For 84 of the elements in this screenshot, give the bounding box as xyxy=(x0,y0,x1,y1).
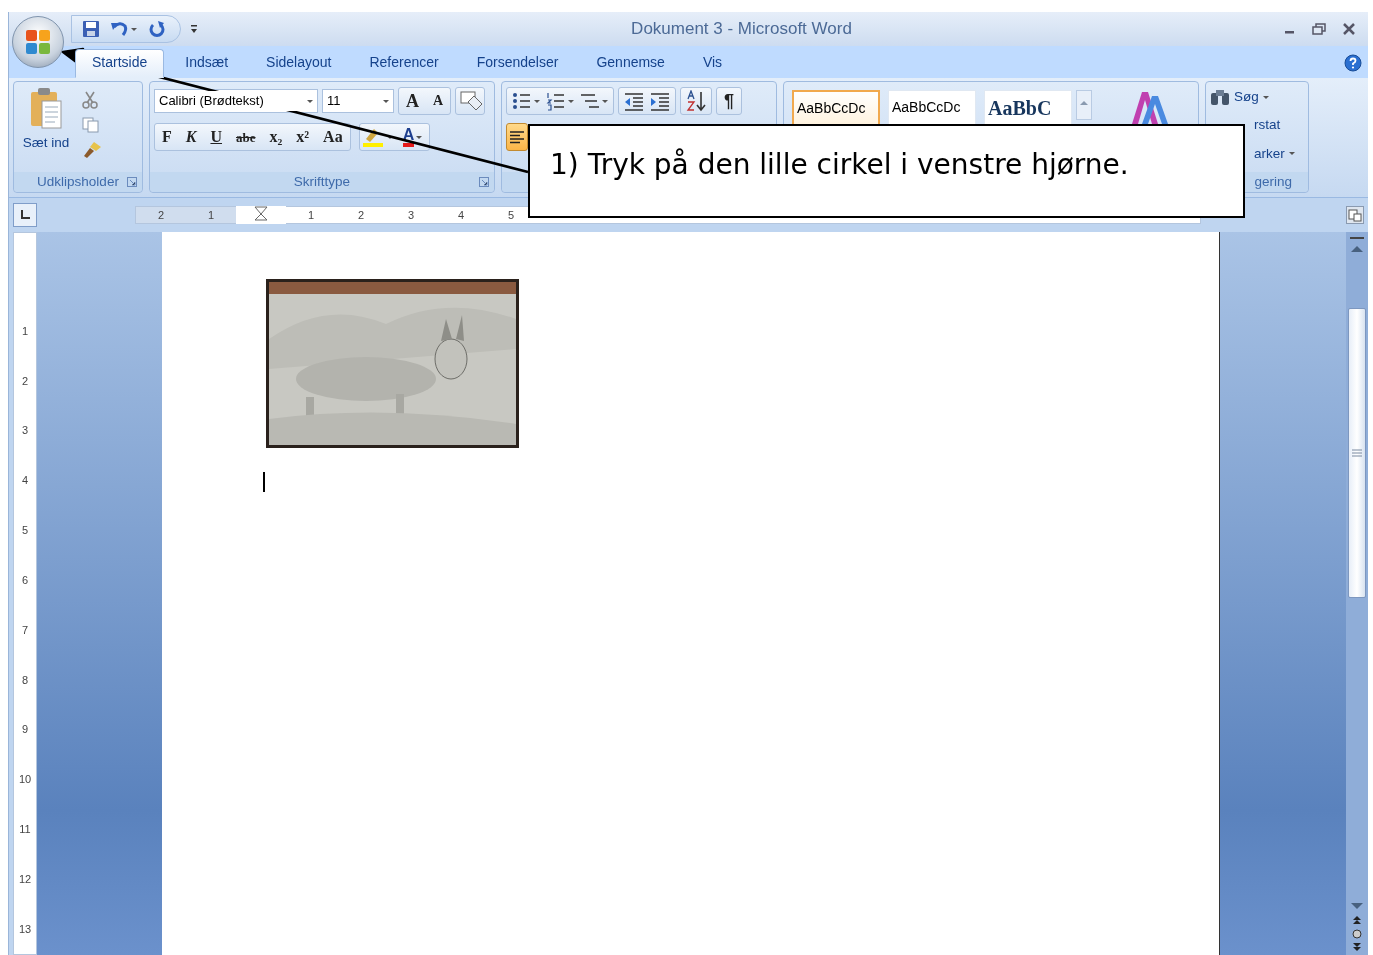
ruler-number: 3 xyxy=(21,423,29,439)
close-icon[interactable] xyxy=(1342,22,1356,36)
decrease-indent-icon[interactable] xyxy=(623,91,645,111)
tab-selector-button[interactable] xyxy=(13,203,37,227)
undo-icon[interactable] xyxy=(110,20,138,38)
italic-button[interactable]: K xyxy=(178,129,204,145)
ruler-number: 1 xyxy=(207,208,215,221)
ribbon-tab[interactable]: Forsendelser xyxy=(459,49,576,78)
ruler-number: 1 xyxy=(307,208,315,221)
shrink-font-button[interactable]: A xyxy=(426,94,451,108)
grow-font-button[interactable]: A xyxy=(399,92,426,110)
ruler-number: 4 xyxy=(21,473,29,489)
paste-button[interactable]: Sæt ind xyxy=(18,87,74,167)
left-tab-icon xyxy=(20,210,30,220)
ruler-number: 13 xyxy=(18,921,32,937)
ruler-number: 4 xyxy=(457,208,465,221)
ruler-number: 7 xyxy=(21,622,29,638)
ruler-number: 2 xyxy=(21,373,29,389)
ruler-number: 9 xyxy=(21,722,29,738)
restore-icon[interactable] xyxy=(1312,23,1326,35)
group-label: gering xyxy=(1254,172,1292,191)
underline-button[interactable]: U xyxy=(203,129,229,145)
cut-icon[interactable] xyxy=(82,91,98,109)
ribbon-tab[interactable]: Sidelayout xyxy=(249,49,349,78)
ribbon-tab[interactable]: Referencer xyxy=(352,49,456,78)
dialog-launcher-icon[interactable] xyxy=(479,177,489,187)
bold-button[interactable]: F xyxy=(155,129,179,145)
align-left-button[interactable] xyxy=(506,123,528,151)
ruler-number: 5 xyxy=(507,208,515,221)
group-label: Skrifttype xyxy=(293,172,351,191)
ribbon-tab[interactable]: Vis xyxy=(685,49,740,78)
dialog-launcher-icon[interactable] xyxy=(127,177,137,187)
strikethrough-button[interactable]: abe xyxy=(229,130,263,144)
scroll-thumb[interactable] xyxy=(1348,308,1366,598)
change-styles-icon[interactable] xyxy=(1130,90,1170,126)
numbered-list-icon[interactable] xyxy=(545,91,575,111)
ribbon-tab[interactable]: Indsæt xyxy=(168,49,246,78)
office-logo-icon xyxy=(24,28,52,56)
window-title: Dokument 3 - Microsoft Word xyxy=(630,18,853,41)
change-case-button[interactable]: Aa xyxy=(316,129,350,145)
font-size-field[interactable]: 11 xyxy=(322,89,394,113)
style-preview[interactable]: AaBbCcDc xyxy=(792,90,880,126)
grip-icon xyxy=(1352,449,1362,457)
ribbon-tab[interactable]: Gennemse xyxy=(579,49,682,78)
brush-icon[interactable] xyxy=(82,141,102,159)
superscript-button[interactable]: x² xyxy=(289,129,317,145)
view-ruler-icon[interactable] xyxy=(1346,206,1364,224)
binoculars-icon xyxy=(1210,88,1230,107)
ruler-number: 2 xyxy=(157,208,165,221)
customize-toolbar-icon[interactable] xyxy=(189,23,199,35)
multilevel-list-icon[interactable] xyxy=(579,91,609,111)
ruler-number: 2 xyxy=(357,208,365,221)
next-page-icon[interactable] xyxy=(1352,943,1362,951)
help-icon[interactable] xyxy=(1344,54,1362,72)
sort-icon[interactable] xyxy=(685,90,707,112)
ruler-number: 6 xyxy=(21,572,29,588)
ruler-number: 10 xyxy=(18,772,32,788)
previous-page-icon[interactable] xyxy=(1352,915,1362,925)
scroll-up-icon[interactable] xyxy=(1350,244,1364,254)
subscript-button[interactable]: x₂ xyxy=(262,129,290,145)
ruler-number: 5 xyxy=(21,523,29,539)
font-name-field[interactable]: Calibri (Brødtekst) xyxy=(154,89,318,113)
style-preview[interactable]: AaBbCcDc xyxy=(888,90,976,126)
text-cursor xyxy=(263,472,265,492)
ruler-number: 1 xyxy=(21,323,29,339)
ribbon-tab[interactable]: Startside xyxy=(75,49,165,78)
group-label: Udklipsholder xyxy=(37,172,119,191)
editing-button[interactable]: rstat xyxy=(1254,115,1281,136)
redo-icon[interactable] xyxy=(148,20,166,38)
split-bar-icon[interactable] xyxy=(1350,236,1364,240)
editing-button[interactable]: arker xyxy=(1254,143,1295,164)
ruler-number: 3 xyxy=(407,208,415,221)
ruler-number: 12 xyxy=(18,871,32,887)
ruler-number: 11 xyxy=(19,822,31,838)
clipboard-icon xyxy=(29,87,63,131)
increase-indent-icon[interactable] xyxy=(649,91,671,111)
browse-object-icon[interactable] xyxy=(1352,929,1362,939)
style-preview[interactable]: AaBbC xyxy=(984,90,1072,126)
ruler-number: 8 xyxy=(21,672,29,688)
save-icon[interactable] xyxy=(82,20,100,38)
editing-button[interactable]: Søg xyxy=(1210,87,1269,108)
callout-text: 1) Tryk på den lille cirkel i venstre hjørne. xyxy=(528,124,1245,218)
bullet-list-icon[interactable] xyxy=(511,91,541,111)
align-left-icon xyxy=(510,130,524,144)
